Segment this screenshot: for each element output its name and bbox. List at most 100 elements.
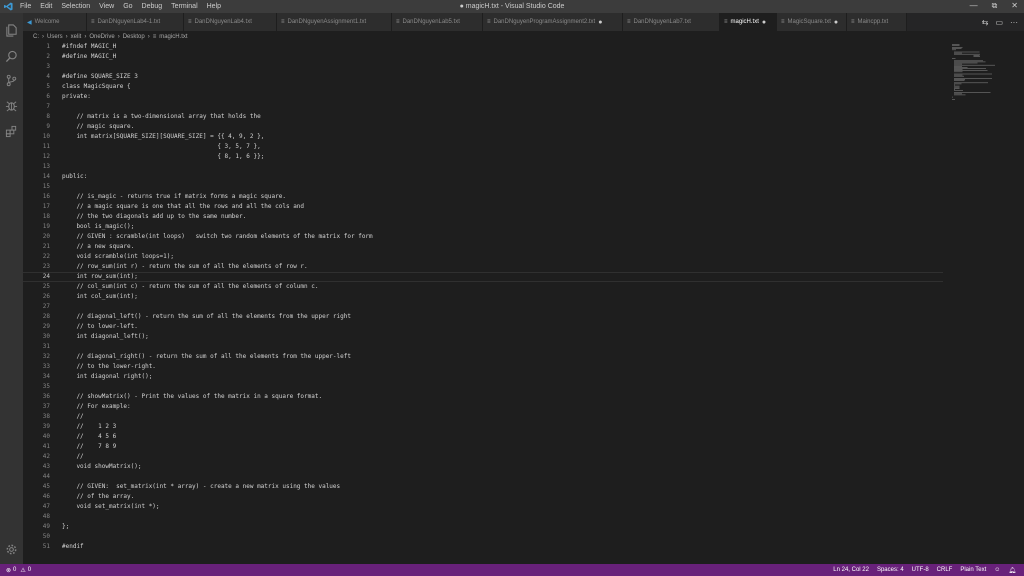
code-line[interactable]: 6 private: (23, 92, 943, 102)
code-line[interactable]: 23 // row_sum(int r) - return the sum of… (23, 262, 943, 272)
code-line[interactable]: 13 (23, 162, 943, 172)
code-line[interactable]: 4 #define SQUARE_SIZE 3 (23, 72, 943, 82)
code-line[interactable]: 5 class MagicSquare { (23, 82, 943, 92)
settings-gear-icon[interactable] (5, 543, 18, 556)
code-line[interactable]: 3 (23, 62, 943, 72)
bell-icon[interactable]: 🔔︎ (1008, 567, 1016, 574)
tab-maincpp-txt[interactable]: ≡ Maincpp.txt (847, 13, 907, 31)
unsaved-dot-icon[interactable]: ● (762, 19, 766, 26)
tab-dandnguyenprogramassignment2-txt[interactable]: ≡ DanDNguyenProgramAssignment2.txt ● (483, 13, 623, 31)
code-line[interactable]: 43 void showMatrix(); (23, 462, 943, 472)
code-line[interactable]: 51 #endif (23, 542, 943, 552)
code-line[interactable]: 45 // GIVEN: set_matrix(int * array) - c… (23, 482, 943, 492)
code-line[interactable]: 20 // GIVEN : scramble(int loops) switch… (23, 232, 943, 242)
menu-terminal[interactable]: Terminal (171, 2, 197, 11)
line-ending[interactable]: CRLF (937, 567, 953, 573)
code-line[interactable]: 34 int diagonal right(); (23, 372, 943, 382)
problems-indicator[interactable]: ⊗ 0 ⚠ 0 (6, 564, 31, 576)
tab-dandnguyenlab5-txt[interactable]: ≡ DanDNguyenLab5.txt (392, 13, 483, 31)
breadcrumb-item[interactable]: OneDrive (89, 34, 114, 40)
menu-edit[interactable]: Edit (40, 2, 52, 11)
tab-dandnguyenassignment1-txt[interactable]: ≡ DanDNguyenAssignment1.txt (277, 13, 392, 31)
code-line[interactable]: 46 // of the array. (23, 492, 943, 502)
breadcrumb-item[interactable]: Users (47, 34, 63, 40)
code-line[interactable]: 16 // is_magic - returns true if matrix … (23, 192, 943, 202)
code-line[interactable]: 30 int diagonal_left(); (23, 332, 943, 342)
menu-go[interactable]: Go (123, 2, 132, 11)
code-line[interactable]: 36 // showMatrix() - Print the values of… (23, 392, 943, 402)
code-line[interactable]: 41 // 7 8 9 (23, 442, 943, 452)
code-line[interactable]: 48 (23, 512, 943, 522)
code-line[interactable]: 17 // a magic square is one that all the… (23, 202, 943, 212)
code-line[interactable]: 1 #ifndef MAGIC_H (23, 42, 943, 52)
breadcrumb-item[interactable]: magicH.txt (159, 34, 187, 40)
code-editor[interactable]: 1 #ifndef MAGIC_H 2 #define MAGIC_H 3 4 #defin… (23, 42, 943, 564)
code-line[interactable]: 38 // (23, 412, 943, 422)
code-line[interactable]: 29 // to lower-left. (23, 322, 943, 332)
code-line[interactable]: 25 // col_sum(int c) - return the sum of… (23, 282, 943, 292)
menu-selection[interactable]: Selection (61, 2, 90, 11)
code-line[interactable]: 35 (23, 382, 943, 392)
code-line[interactable]: 50 (23, 532, 943, 542)
code-line[interactable]: 32 // diagonal_right() - return the sum … (23, 352, 943, 362)
vertical-scrollbar[interactable] (943, 42, 1024, 564)
code-line[interactable]: 37 // For example: (23, 402, 943, 412)
encoding[interactable]: UTF-8 (912, 567, 929, 573)
code-line[interactable]: 12 { 8, 1, 6 }}; (23, 152, 943, 162)
tab-magicsquare-txt[interactable]: ≡ MagicSquare.txt ● (777, 13, 847, 31)
code-line[interactable]: 39 // 1 2 3 (23, 422, 943, 432)
menu-file[interactable]: File (20, 2, 31, 11)
extensions-icon[interactable] (5, 125, 18, 138)
debug-icon[interactable] (5, 99, 18, 112)
code-line[interactable]: 42 // (23, 452, 943, 462)
explorer-icon[interactable] (5, 24, 18, 37)
code-line[interactable]: 18 // the two diagonals add up to the sa… (23, 212, 943, 222)
smiley-feedback-icon[interactable]: ☺ (994, 567, 1000, 573)
menu-view[interactable]: View (99, 2, 114, 11)
code-line[interactable]: 24 int row_sum(int); (23, 272, 943, 282)
code-line[interactable]: 19 bool is_magic(); (23, 222, 943, 232)
menu-debug[interactable]: Debug (142, 2, 163, 11)
code-line[interactable]: 49}; (23, 522, 943, 532)
code-line[interactable]: 40 // 4 5 6 (23, 432, 943, 442)
more-actions-icon[interactable]: ··· (1010, 18, 1018, 27)
unsaved-dot-icon[interactable]: ● (598, 19, 602, 26)
code-line[interactable]: 28 // diagonal_left() - return the sum o… (23, 312, 943, 322)
code-line[interactable]: 31 (23, 342, 943, 352)
search-icon[interactable] (5, 50, 18, 63)
language-mode[interactable]: Plain Text (960, 567, 986, 573)
code-line[interactable]: 7 (23, 102, 943, 112)
code-line[interactable]: 11 { 3, 5, 7 }, (23, 142, 943, 152)
tab-dandnguyenlab7-txt[interactable]: ≡ DanDNguyenLab7.txt (623, 13, 720, 31)
code-line[interactable]: 33 // to the lower-right. (23, 362, 943, 372)
breadcrumb-item[interactable]: C: (33, 34, 39, 40)
breadcrumb-item[interactable]: Desktop (123, 34, 145, 40)
code-line[interactable]: 15 (23, 182, 943, 192)
breadcrumb-item[interactable]: xelit (71, 34, 82, 40)
menu-help[interactable]: Help (207, 2, 221, 11)
tab-dandnguyenlab4-1-txt[interactable]: ≡ DanDNguyenLab4-1.txt (87, 13, 184, 31)
code-line[interactable]: 47 void set_matrix(int *); (23, 502, 943, 512)
code-line[interactable]: 10 int matrix[SQUARE_SIZE][SQUARE_SIZE] … (23, 132, 943, 142)
code-line[interactable]: 22 void scramble(int loops=1); (23, 252, 943, 262)
code-line[interactable]: 8 // matrix is a two-dimensional array t… (23, 112, 943, 122)
tab-welcome[interactable]: ◀ Welcome (23, 13, 87, 31)
code-line[interactable]: 2 #define MAGIC_H (23, 52, 943, 62)
close-icon[interactable]: ✕ (1011, 1, 1018, 11)
code-line[interactable]: 9 // magic square. (23, 122, 943, 132)
tab-magich-txt[interactable]: ≡ magicH.txt ● (720, 13, 777, 31)
split-editor-icon[interactable]: ⇆ (982, 18, 989, 27)
layout-icon[interactable]: ▭ (995, 18, 1003, 27)
minimap[interactable] (950, 42, 1010, 102)
code-line[interactable]: 21 // a new square. (23, 242, 943, 252)
restore-icon[interactable]: ⧉ (992, 1, 998, 11)
source-control-icon[interactable] (5, 74, 18, 87)
code-line[interactable]: 14 public: (23, 172, 943, 182)
code-line[interactable]: 26 int col_sum(int); (23, 292, 943, 302)
minimize-icon[interactable]: — (970, 1, 978, 11)
cursor-position[interactable]: Ln 24, Col 22 (833, 567, 869, 573)
code-line[interactable]: 44 (23, 472, 943, 482)
unsaved-dot-icon[interactable]: ● (834, 19, 838, 26)
code-line[interactable]: 27 (23, 302, 943, 312)
indentation[interactable]: Spaces: 4 (877, 567, 904, 573)
